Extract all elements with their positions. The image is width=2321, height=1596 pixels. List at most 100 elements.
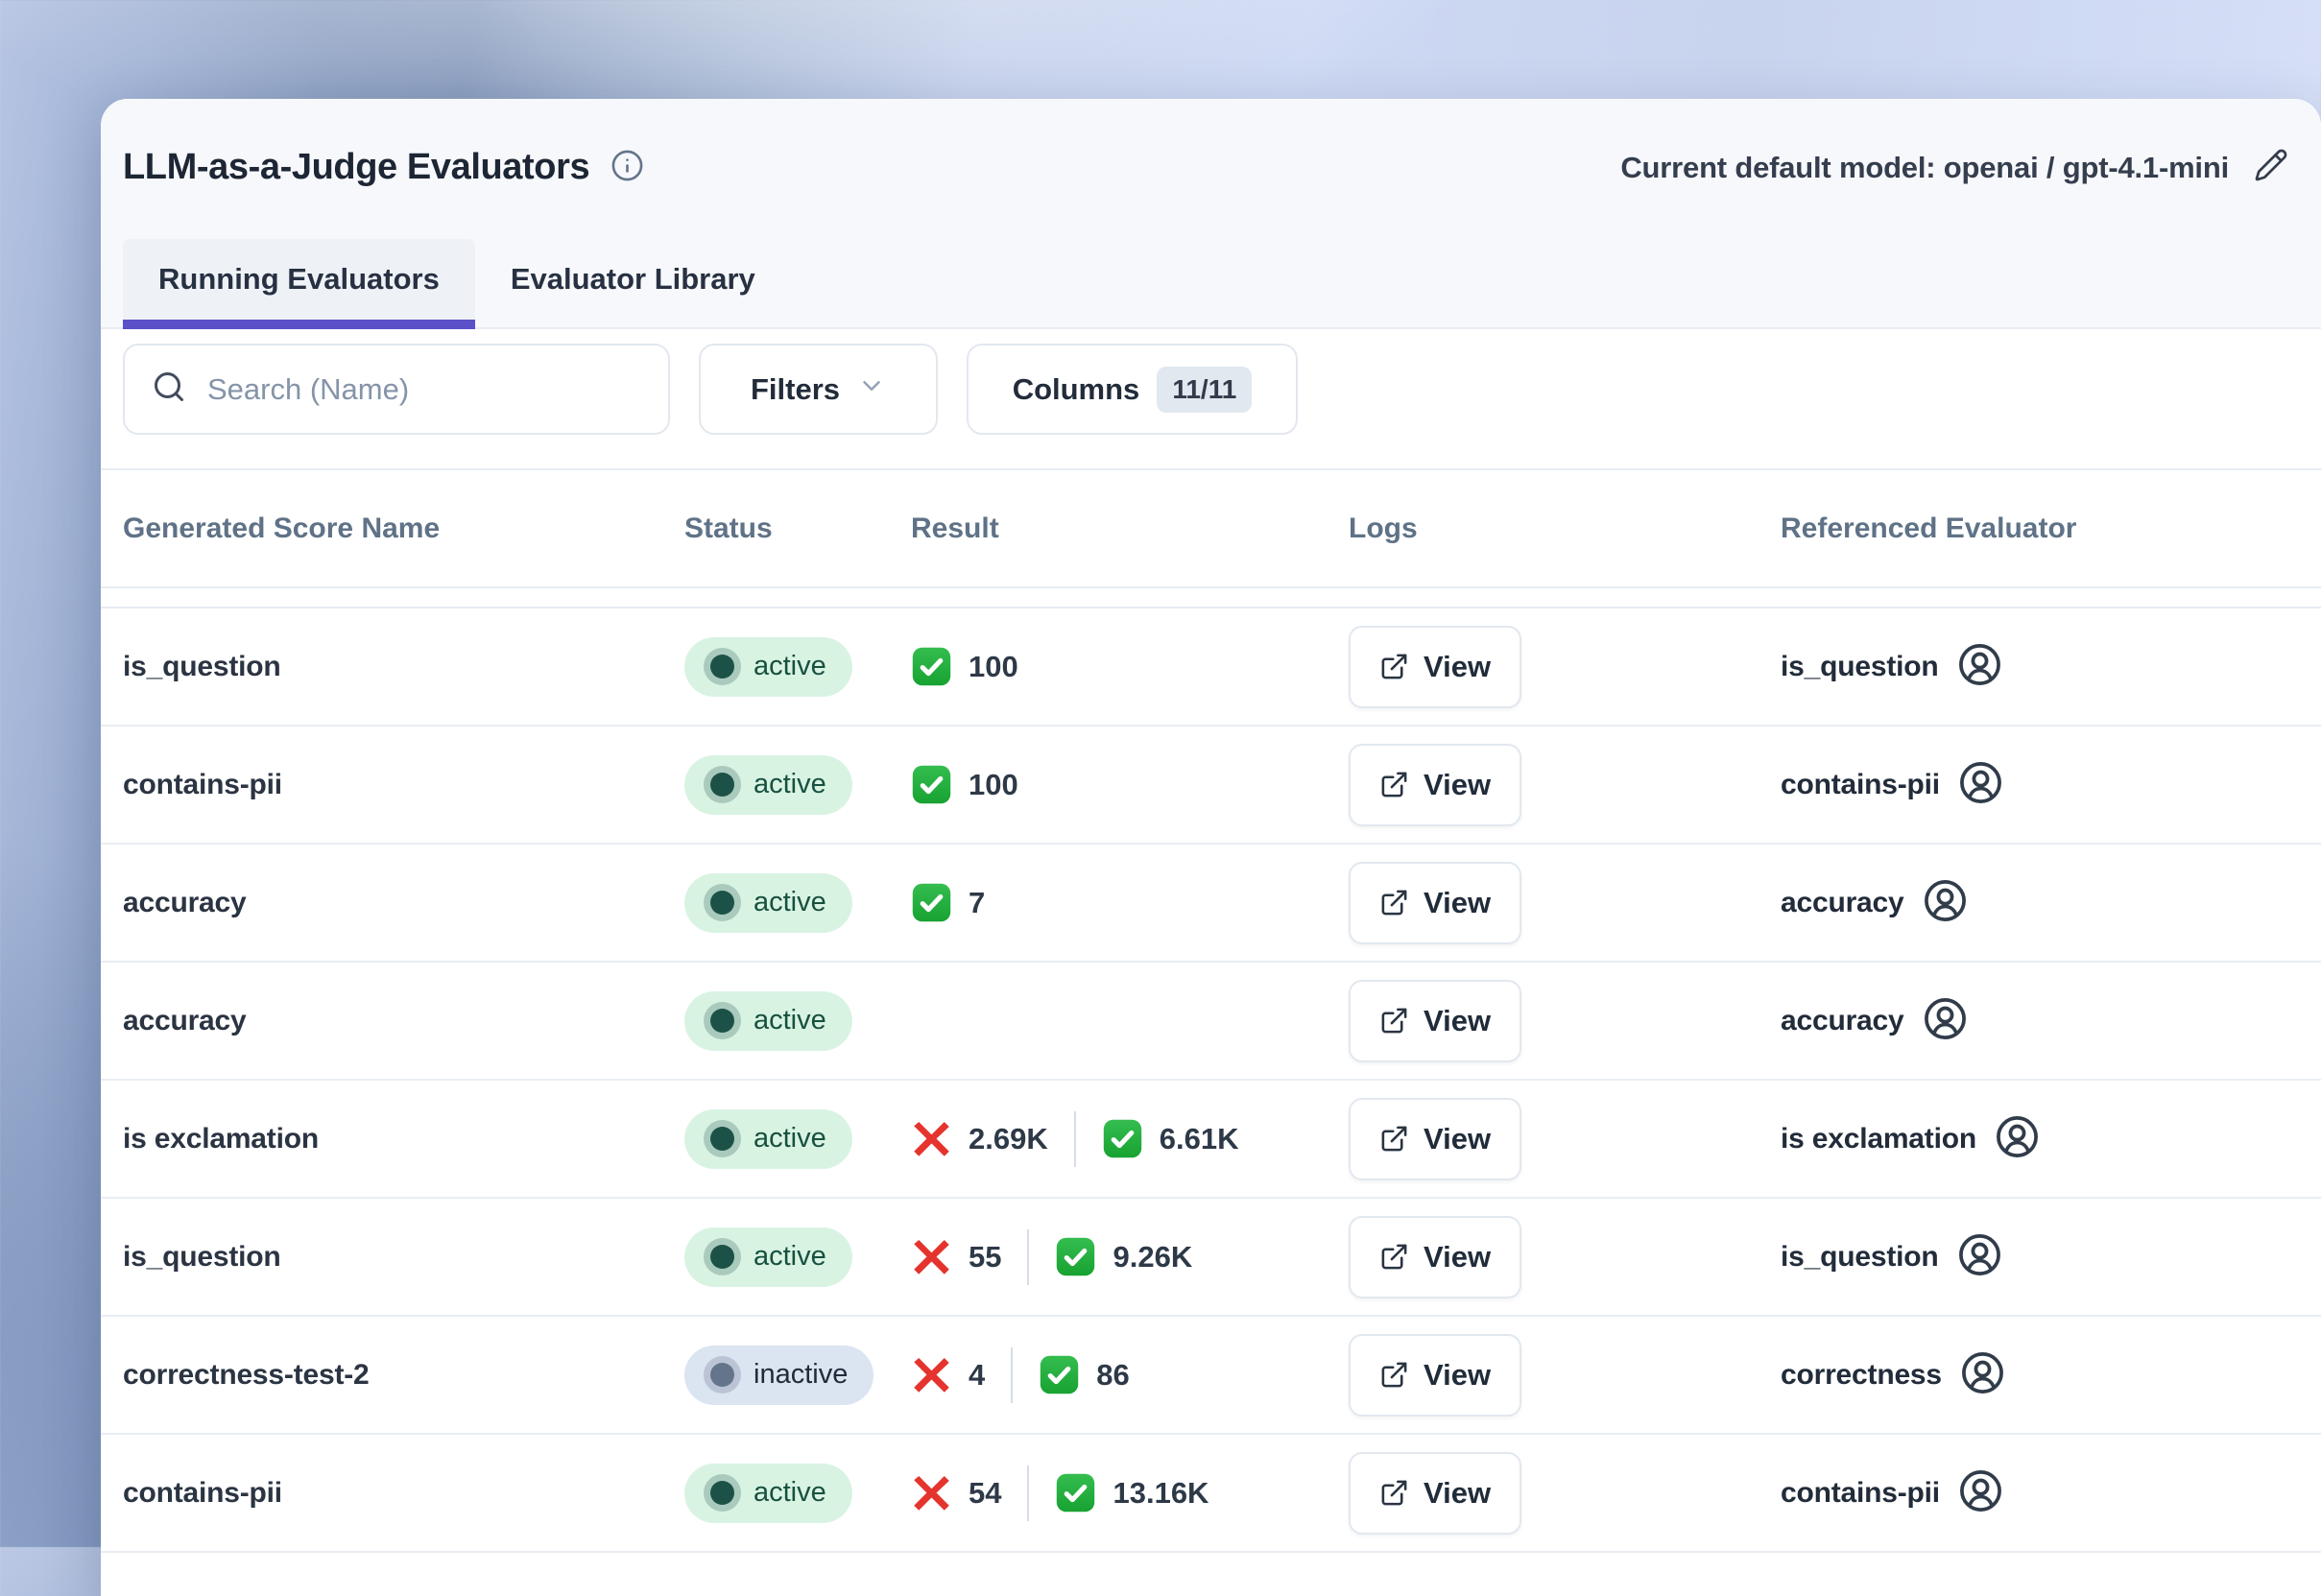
chevron-down-icon: [857, 371, 886, 408]
pass-count-group: 100: [911, 764, 1018, 805]
referenced-evaluator-cell: contains-pii: [1781, 760, 2321, 810]
view-button-label: View: [1424, 768, 1491, 802]
edit-model-pencil-icon[interactable]: [2254, 148, 2288, 187]
fail-count: 55: [969, 1240, 1001, 1274]
status-dot-icon: [710, 655, 734, 679]
view-logs-button[interactable]: View: [1349, 626, 1521, 708]
pass-check-icon: [1102, 1118, 1143, 1159]
view-logs-button[interactable]: View: [1349, 1216, 1521, 1298]
tab-evaluator-library[interactable]: Evaluator Library: [475, 239, 791, 329]
referenced-evaluator-cell: contains-pii: [1781, 1468, 2321, 1518]
referenced-evaluator-cell: is_question: [1781, 1232, 2321, 1282]
pass-count-group: 9.26K: [1055, 1236, 1192, 1277]
pass-count-group: 13.16K: [1055, 1472, 1208, 1513]
external-link-icon: [1379, 1360, 1409, 1390]
view-logs-button[interactable]: View: [1349, 1334, 1521, 1417]
pass-check-icon: [1055, 1472, 1096, 1513]
status-cell: active: [684, 637, 911, 697]
view-logs-button[interactable]: View: [1349, 1098, 1521, 1180]
external-link-icon: [1379, 770, 1409, 799]
score-name-cell: accuracy: [123, 887, 684, 919]
score-name-cell: contains-pii: [123, 769, 684, 801]
result-cell: 54 13.16K: [911, 1465, 1349, 1521]
table-row-contains-pii: contains-pii active 100 View con: [101, 727, 2321, 845]
referenced-evaluator-name: is exclamation: [1781, 1123, 1976, 1155]
status-cell: inactive: [684, 1346, 911, 1405]
user-circle-icon: [1958, 760, 2003, 810]
referenced-evaluator-cell: accuracy: [1781, 996, 2321, 1046]
logs-cell: View: [1349, 626, 1781, 708]
status-badge: inactive: [684, 1346, 873, 1405]
view-logs-button[interactable]: View: [1349, 980, 1521, 1062]
fail-cross-icon: [911, 1472, 952, 1513]
result-cell: 4 86: [911, 1347, 1349, 1403]
status-dot-icon: [710, 1245, 734, 1269]
logs-cell: View: [1349, 1334, 1781, 1417]
result-cell: 2.69K 6.61K: [911, 1111, 1349, 1167]
column-header-status: Status: [684, 512, 911, 545]
column-header-result: Result: [911, 512, 1349, 545]
view-button-label: View: [1424, 650, 1491, 684]
table-toolbar: Filters Columns 11/11: [101, 329, 2321, 470]
user-circle-icon: [1957, 642, 2002, 692]
status-badge: active: [684, 1464, 852, 1523]
status-label: active: [754, 651, 826, 682]
view-button-label: View: [1424, 886, 1491, 920]
column-header-generated-score-name: Generated Score Name: [123, 512, 684, 545]
pass-check-icon: [1055, 1236, 1096, 1277]
info-icon[interactable]: [610, 149, 644, 187]
view-button-label: View: [1424, 1004, 1491, 1038]
referenced-evaluator-name: contains-pii: [1781, 769, 1940, 801]
status-cell: active: [684, 1227, 911, 1287]
status-badge: active: [684, 873, 852, 933]
columns-count-badge: 11/11: [1157, 367, 1252, 413]
external-link-icon: [1379, 652, 1409, 681]
result-divider: [1027, 1465, 1029, 1521]
pass-check-icon: [1039, 1354, 1080, 1395]
view-button-label: View: [1424, 1240, 1491, 1274]
table-row-correctness-test-2: correctness-test-2 inactive 4 86: [101, 1317, 2321, 1435]
status-dot-icon: [710, 773, 734, 797]
fail-count-group: 54: [911, 1472, 1001, 1513]
view-button-label: View: [1424, 1476, 1491, 1511]
tab-running-evaluators[interactable]: Running Evaluators: [123, 239, 475, 329]
fail-count: 2.69K: [969, 1122, 1048, 1156]
user-circle-icon: [1923, 996, 1968, 1046]
user-circle-icon: [1995, 1114, 2040, 1164]
columns-button-label: Columns: [1013, 372, 1140, 407]
logs-cell: View: [1349, 1452, 1781, 1535]
fail-cross-icon: [911, 1354, 952, 1395]
status-label: active: [754, 1005, 826, 1036]
result-cell: 100: [911, 764, 1349, 805]
pass-count: 13.16K: [1113, 1476, 1208, 1511]
pass-check-icon: [911, 764, 952, 805]
view-button-label: View: [1424, 1122, 1491, 1156]
result-cell: 100: [911, 646, 1349, 687]
search-input[interactable]: [207, 372, 641, 407]
status-cell: active: [684, 755, 911, 815]
score-name-cell: accuracy: [123, 1005, 684, 1037]
status-badge: active: [684, 637, 852, 697]
pass-count: 7: [969, 886, 985, 920]
referenced-evaluator-name: is_question: [1781, 651, 1939, 683]
result-divider: [1011, 1347, 1013, 1403]
filters-button[interactable]: Filters: [699, 344, 938, 435]
view-logs-button[interactable]: View: [1349, 1452, 1521, 1535]
logs-cell: View: [1349, 1098, 1781, 1180]
referenced-evaluator-name: is_question: [1781, 1241, 1939, 1274]
pass-count-group: 86: [1039, 1354, 1129, 1395]
user-circle-icon: [1923, 878, 1968, 928]
status-cell: active: [684, 1109, 911, 1169]
default-model-label: Current default model: openai / gpt-4.1-…: [1620, 151, 2229, 185]
fail-cross-icon: [911, 1236, 952, 1277]
external-link-icon: [1379, 1242, 1409, 1272]
view-logs-button[interactable]: View: [1349, 862, 1521, 944]
view-logs-button[interactable]: View: [1349, 744, 1521, 826]
score-name-cell: contains-pii: [123, 1477, 684, 1510]
pass-count: 6.61K: [1160, 1122, 1239, 1156]
status-dot-icon: [710, 1127, 734, 1151]
table-row-accuracy: accuracy active 7 View accuracy: [101, 845, 2321, 963]
columns-button[interactable]: Columns 11/11: [967, 344, 1298, 435]
pass-count: 100: [969, 768, 1018, 802]
column-header-logs: Logs: [1349, 512, 1781, 545]
